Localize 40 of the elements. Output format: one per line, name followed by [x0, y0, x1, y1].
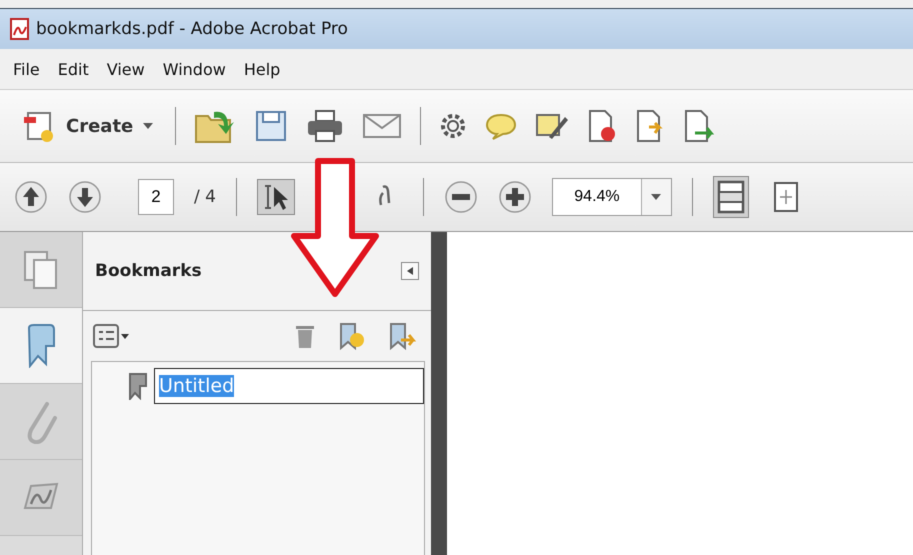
caret-icon: [651, 194, 662, 200]
document-remove-icon[interactable]: [587, 109, 618, 143]
pdf-file-icon: [8, 17, 30, 41]
window-title: bookmarkds.pdf - Adobe Acrobat Pro: [36, 19, 348, 39]
bookmarks-tab[interactable]: [0, 308, 82, 384]
document-export-icon[interactable]: [683, 109, 716, 143]
bookmark-arrow-icon[interactable]: [389, 322, 417, 350]
menu-item[interactable]: View: [100, 58, 152, 80]
zoom-dropdown-button[interactable]: [640, 179, 671, 215]
page-number-field[interactable]: 2: [138, 179, 174, 215]
caret-icon: [143, 123, 154, 129]
save-icon[interactable]: [254, 109, 288, 143]
create-button[interactable]: Create: [18, 105, 158, 147]
pages-tab[interactable]: [0, 232, 82, 308]
page-count: / 4: [194, 187, 216, 207]
envelope-icon[interactable]: [362, 112, 402, 140]
trash-icon[interactable]: [295, 323, 315, 349]
options-button[interactable]: [93, 324, 129, 348]
comment-icon[interactable]: [485, 112, 518, 140]
caret-icon: [121, 334, 129, 338]
bookmark-icon: [128, 372, 148, 400]
gear-icon[interactable]: [439, 112, 468, 140]
pages-icon[interactable]: [23, 250, 59, 290]
panel-title: Bookmarks: [95, 261, 202, 281]
zoom-out-icon[interactable]: [444, 180, 478, 214]
list-options-icon: [93, 324, 119, 348]
menu-item[interactable]: Window: [156, 58, 233, 80]
menu-item[interactable]: Help: [236, 58, 288, 80]
sign-pen-icon[interactable]: [535, 111, 570, 141]
zoom-combo-box[interactable]: 94.4%: [552, 178, 672, 216]
create-document-icon: [22, 109, 56, 143]
left-caret-icon: [407, 267, 413, 275]
new-bookmark-icon[interactable]: [339, 322, 365, 350]
menu-item[interactable]: File: [6, 58, 47, 80]
bookmark-icon[interactable]: [26, 324, 56, 368]
document-arrow-icon[interactable]: [635, 109, 666, 143]
menu-item[interactable]: Edit: [50, 58, 96, 80]
printer-icon[interactable]: [306, 109, 344, 143]
zoom-in-icon[interactable]: [498, 180, 532, 214]
collapse-button[interactable]: [401, 262, 419, 280]
